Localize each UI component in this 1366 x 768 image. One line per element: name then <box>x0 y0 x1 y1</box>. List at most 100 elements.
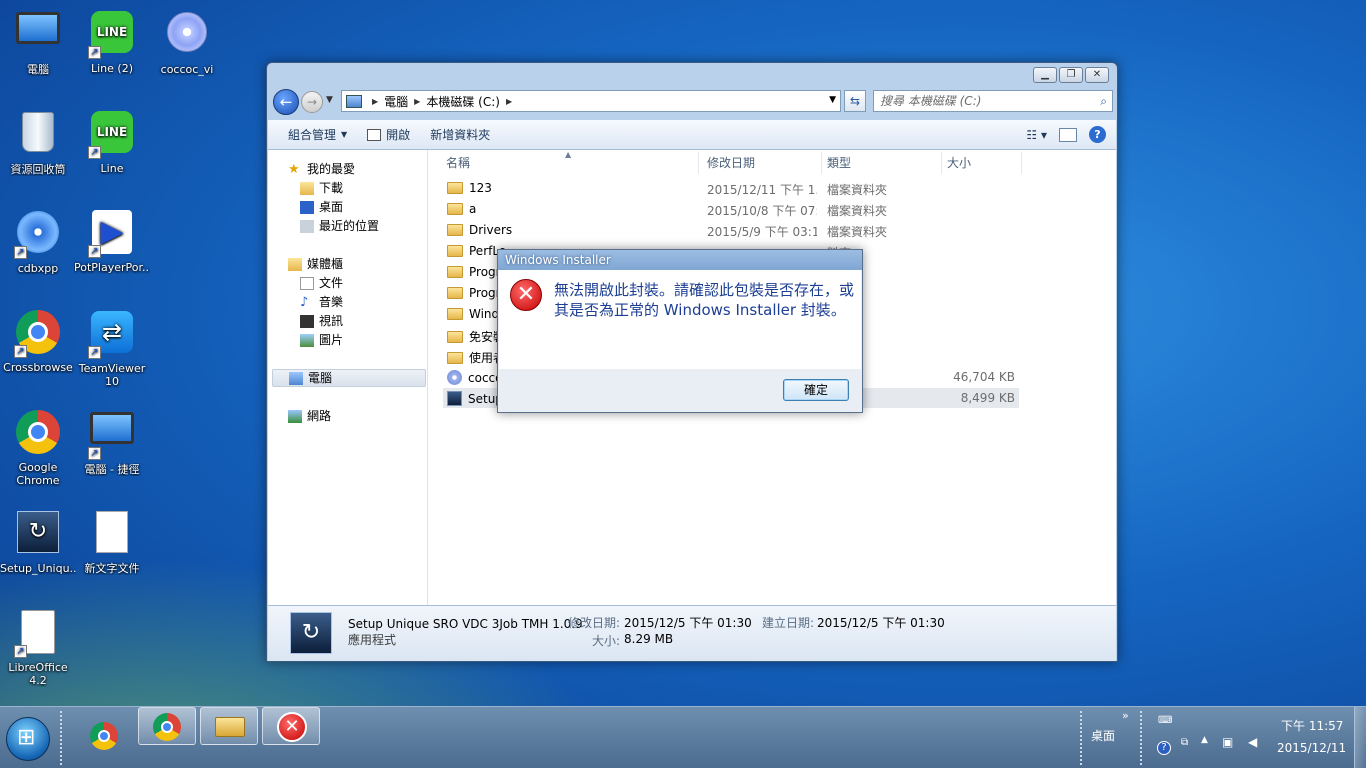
search-icon[interactable]: ⌕ <box>1100 91 1107 111</box>
taskbar-chrome-window[interactable] <box>138 707 196 745</box>
details-size-value: 8.29 MB <box>624 632 674 646</box>
back-button[interactable]: ← <box>273 89 299 115</box>
breadcrumb-local-disk[interactable]: 本機磁碟 (C:) <box>426 93 500 110</box>
nav-downloads[interactable]: 下載 <box>300 179 343 197</box>
column-header-type[interactable]: 類型 <box>822 152 942 174</box>
breadcrumb-computer[interactable]: 電腦 <box>384 93 408 110</box>
table-row[interactable]: Drivers 2015/5/9 下午 03:14 檔案資料夾 <box>443 220 1019 240</box>
close-button[interactable]: ✕ <box>1085 67 1109 83</box>
dialog-message: 無法開啟此封裝。請確認此包裝是否存在，或其是否為正常的 Windows Inst… <box>554 281 855 319</box>
taskbar-chrome-pinned[interactable] <box>76 717 134 755</box>
nav-documents[interactable]: 文件 <box>300 274 343 292</box>
sort-indicator-icon: ▲ <box>565 150 572 159</box>
breadcrumb-arrow-icon[interactable]: ▶ <box>414 97 420 106</box>
nav-favorites[interactable]: ★ 我的最愛 <box>288 160 355 178</box>
nav-videos[interactable]: 視訊 <box>300 312 343 330</box>
file-modified: 2015/10/8 下午 07:... <box>707 204 817 218</box>
desktop-icon-cdbxpp[interactable]: ↗ cdbxpp <box>0 208 76 275</box>
column-header-modified[interactable]: 修改日期 <box>702 152 822 174</box>
chrome-icon <box>90 722 118 750</box>
volume-icon[interactable]: ◀ <box>1248 735 1257 749</box>
ok-button[interactable]: 確定 <box>783 379 849 401</box>
breadcrumb-arrow-icon[interactable]: ▶ <box>372 97 378 106</box>
show-desktop-button[interactable] <box>1354 707 1366 768</box>
desktop-icon-computer[interactable]: 電腦 <box>0 8 76 76</box>
chrome-icon <box>153 713 181 741</box>
column-header-size[interactable]: 大小 <box>942 152 1022 174</box>
computer-icon <box>16 12 60 44</box>
music-icon: ♪ <box>300 294 309 310</box>
column-header-name[interactable]: 名稱 ▲ <box>441 150 699 174</box>
desktop-icon-line-2[interactable]: LINE ↗ Line (2) <box>74 8 150 75</box>
nav-recent-places[interactable]: 最近的位置 <box>300 217 379 235</box>
desktop-icon-computer-shortcut[interactable]: ↗ 電腦 - 捷徑 <box>74 408 150 476</box>
recent-places-icon <box>300 219 314 233</box>
nav-computer[interactable]: 電腦 <box>272 369 426 387</box>
taskbar-grip[interactable] <box>1080 711 1084 765</box>
organize-menu[interactable]: 組合管理 ▼ <box>278 126 357 143</box>
help-tray-icon[interactable]: ? <box>1157 741 1171 755</box>
desktop-icon-line[interactable]: LINE ↗ Line <box>74 108 150 175</box>
folder-icon <box>447 182 463 194</box>
address-bar[interactable]: ▶ 電腦 ▶ 本機磁碟 (C:) ▶ ▼ <box>341 90 841 112</box>
desktop-icon-coccoc-vi[interactable]: coccoc_vi <box>149 8 225 76</box>
setup-icon: ↻ <box>17 511 59 553</box>
start-button[interactable] <box>6 717 50 761</box>
search-input[interactable]: 搜尋 本機磁碟 (C:) ⌕ <box>873 90 1113 112</box>
desktop-icon-setup-unique[interactable]: ↻ Setup_Uniqu... <box>0 508 76 575</box>
desktop-icon-libreoffice[interactable]: ↗ LibreOffice 4.2 <box>0 608 76 687</box>
minimize-button[interactable]: ▁ <box>1033 67 1057 83</box>
taskbar-installer-error[interactable]: ✕ <box>262 707 320 745</box>
recent-pages-dropdown[interactable]: ▼ <box>326 95 333 105</box>
details-created-label: 建立日期: <box>762 616 815 630</box>
address-history-dropdown[interactable]: ▼ <box>829 95 836 105</box>
nav-music[interactable]: ♪ 音樂 <box>300 293 343 311</box>
file-name: Drivers <box>469 223 513 237</box>
view-options-icon[interactable]: ☷ ▾ <box>1026 128 1047 142</box>
desktop-icon-teamviewer[interactable]: ⇄ ↗ TeamViewer 10 <box>74 308 150 388</box>
breadcrumb-arrow-icon[interactable]: ▶ <box>506 97 512 106</box>
table-row[interactable]: 123 2015/12/11 下午 1... 檔案資料夾 <box>443 178 1019 198</box>
libraries-icon <box>288 257 302 271</box>
preview-pane-icon[interactable] <box>1059 127 1077 142</box>
clock-date[interactable]: 2015/12/11 <box>1277 741 1346 755</box>
nav-libraries[interactable]: 媒體櫃 <box>288 255 343 273</box>
taskbar-grip[interactable] <box>60 711 64 765</box>
taskbar-explorer-window[interactable] <box>200 707 258 745</box>
nav-network[interactable]: 網路 <box>288 407 331 425</box>
desktop-icon-google-chrome[interactable]: Google Chrome <box>0 408 76 487</box>
refresh-button[interactable]: ⇆ <box>844 90 866 112</box>
toolbar-chevron-icon[interactable]: » <box>1122 709 1129 722</box>
chevron-down-icon: ▼ <box>341 130 348 139</box>
desktop-icon-crossbrowse[interactable]: ↗ Crossbrowse <box>0 308 76 374</box>
computer-icon <box>289 371 303 385</box>
open-button[interactable]: 開啟 <box>357 126 420 143</box>
details-size-label: 大小: <box>592 634 621 648</box>
help-icon[interactable]: ? <box>1089 126 1106 143</box>
maximize-button[interactable]: ❐ <box>1059 67 1083 83</box>
shortcut-arrow-icon: ↗ <box>14 345 27 358</box>
taskbar-grip[interactable] <box>1140 711 1144 765</box>
forward-button[interactable]: → <box>301 91 323 113</box>
tray-small-icon[interactable]: ⧉ <box>1181 737 1188 748</box>
clock-time[interactable]: 下午 11:57 <box>1281 717 1343 734</box>
table-row[interactable]: a 2015/10/8 下午 07:... 檔案資料夾 <box>443 199 1019 219</box>
explorer-folder-icon <box>215 717 245 737</box>
desktop-toolbar-label[interactable]: 桌面 <box>1091 727 1115 744</box>
address-row: ← → ▼ ▶ 電腦 ▶ 本機磁碟 (C:) ▶ ▼ ⇆ 搜尋 本機磁碟 (C:… <box>271 88 1113 116</box>
nav-desktop[interactable]: 桌面 <box>300 198 343 216</box>
show-hidden-icons[interactable]: ▲ <box>1201 735 1208 745</box>
computer-icon <box>90 412 134 444</box>
desktop-icon-recycle-bin[interactable]: 資源回收筒 <box>0 108 76 176</box>
error-icon: ✕ <box>510 279 542 311</box>
details-file-name: Setup Unique SRO VDC 3Job TMH 1.0.9 <box>348 617 583 631</box>
network-icon[interactable]: ▣ <box>1222 735 1233 749</box>
desktop-icon-potplayer[interactable]: ▶ ↗ PotPlayerPor... <box>74 208 150 274</box>
nav-pictures[interactable]: 圖片 <box>300 331 343 349</box>
details-file-type: 應用程式 <box>348 633 397 647</box>
desktop-icon-new-text-document[interactable]: 新文字文件 <box>74 508 150 575</box>
keyboard-icon[interactable]: ⌨ <box>1158 715 1172 726</box>
new-folder-button[interactable]: 新增資料夾 <box>420 126 500 143</box>
chrome-icon <box>16 410 60 454</box>
computer-icon <box>346 94 362 108</box>
